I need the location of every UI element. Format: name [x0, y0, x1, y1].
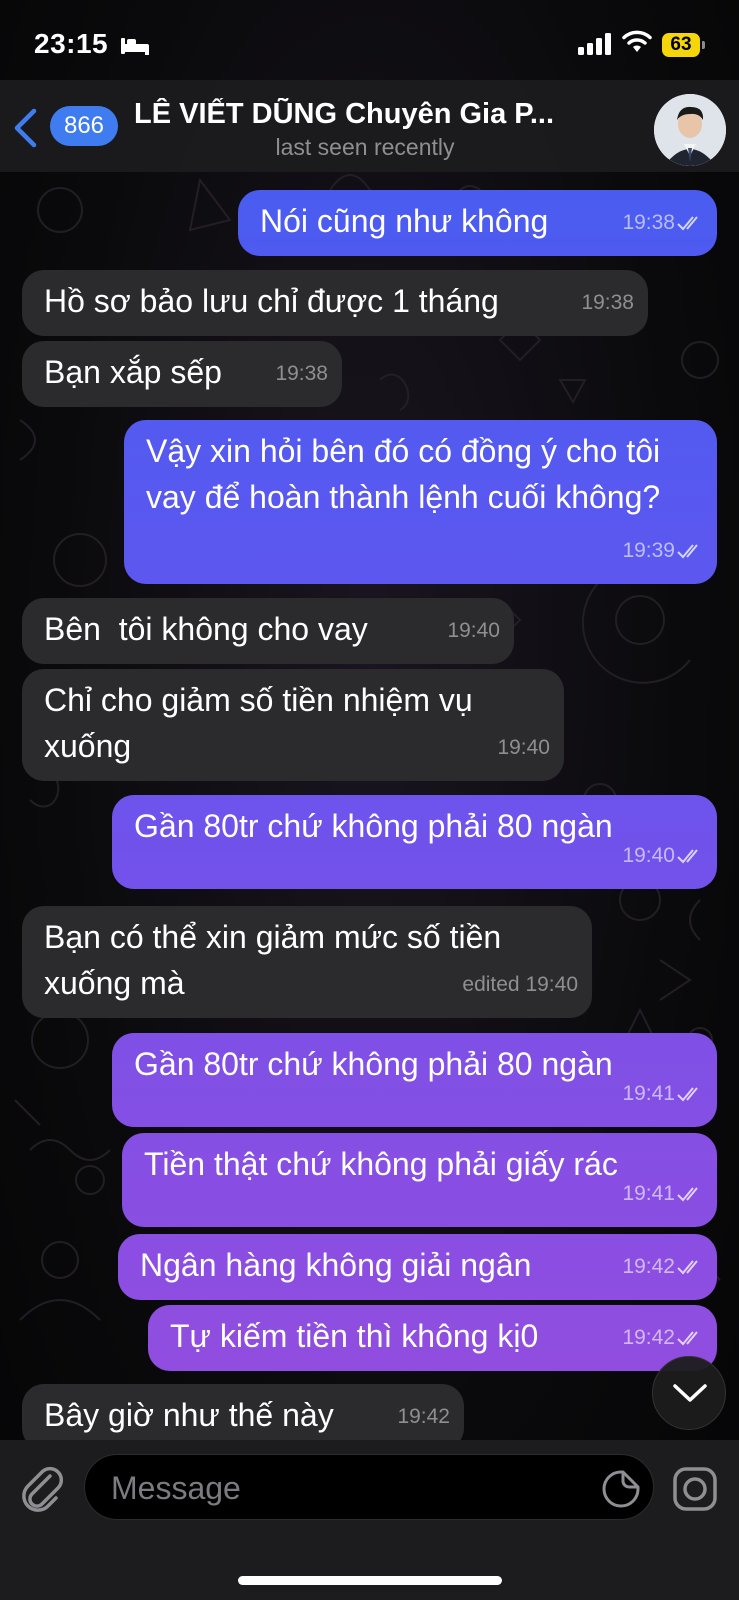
message-time: 19:40 — [497, 736, 550, 759]
scroll-down-button[interactable] — [652, 1356, 726, 1430]
message-outgoing[interactable]: Gần 80tr chứ không phải 80 ngàn 19:40 — [112, 795, 717, 889]
message-outgoing[interactable]: Nói cũng như không 19:38 — [238, 190, 717, 256]
paperclip-icon[interactable] — [20, 1464, 66, 1514]
message-outgoing[interactable]: Vậy xin hỏi bên đó có đồng ý cho tôi vay… — [124, 420, 717, 584]
message-text: Bên tôi không cho vay — [44, 611, 368, 647]
message-time: 19:41 — [622, 1182, 675, 1205]
message-composer — [0, 1440, 739, 1600]
message-outgoing[interactable]: Gần 80tr chứ không phải 80 ngàn 19:41 — [112, 1033, 717, 1127]
message-outgoing[interactable]: Tiền thật chứ không phải giấy rác 19:41 — [122, 1133, 717, 1227]
chevron-left-icon — [14, 108, 37, 148]
signal-icon — [578, 33, 611, 55]
message-meta: 19:42 — [622, 1315, 703, 1361]
message-meta: 19:39 — [622, 528, 703, 574]
message-meta: 19:41 — [622, 1171, 703, 1217]
double-check-icon — [677, 849, 698, 864]
back-button[interactable]: 866 — [12, 106, 122, 150]
double-check-icon — [677, 544, 698, 559]
message-text: Vậy xin hỏi bên đó có đồng ý cho tôi vay… — [146, 433, 661, 515]
unread-count-badge: 866 — [50, 106, 118, 146]
message-time: 19:42 — [622, 1255, 675, 1278]
message-incoming[interactable]: Bạn xắp sếp 19:38 — [22, 341, 342, 407]
message-outgoing[interactable]: Ngân hàng không giải ngân 19:42 — [118, 1234, 717, 1300]
contact-status: last seen recently — [275, 134, 455, 160]
message-meta: 19:38 — [622, 200, 703, 246]
message-meta: 19:42 — [622, 1244, 703, 1290]
message-time: 19:39 — [622, 539, 675, 562]
contact-name[interactable]: LÊ VIẾT DŨNG Chuyên Gia P... — [134, 98, 614, 131]
double-check-icon — [677, 1087, 698, 1102]
message-time: 19:40 — [447, 619, 500, 642]
message-input-field[interactable] — [84, 1454, 654, 1520]
status-bar: 23:15 63 — [0, 0, 739, 80]
message-time: 19:38 — [275, 362, 328, 385]
message-time: 19:38 — [581, 291, 634, 314]
battery-level: 63 — [670, 34, 692, 55]
message-time: 19:42 — [397, 1405, 450, 1428]
double-check-icon — [677, 1260, 698, 1275]
bed-icon — [121, 38, 149, 55]
sticker-icon[interactable] — [601, 1469, 641, 1509]
message-text: Chỉ cho giảm số tiền nhiệm vụ xuống — [44, 682, 473, 764]
message-time: edited 19:40 — [462, 973, 578, 996]
chevron-down-icon — [673, 1384, 707, 1402]
message-incoming[interactable]: Bạn có thể xin giảm mức số tiền xuống mà… — [22, 906, 592, 1018]
home-indicator — [238, 1576, 502, 1585]
message-time: 19:41 — [622, 1082, 675, 1105]
avatar-image — [654, 94, 726, 166]
status-time: 23:15 — [34, 28, 109, 59]
avatar[interactable] — [654, 94, 726, 166]
message-time: 19:38 — [622, 211, 675, 234]
wifi-icon — [622, 30, 652, 52]
message-text: Hồ sơ bảo lưu chỉ được 1 tháng — [44, 283, 499, 319]
battery-indicator: 63 — [662, 33, 706, 57]
message-time: 19:42 — [622, 1326, 675, 1349]
message-outgoing[interactable]: Tự kiếm tiền thì không kị0 19:42 — [148, 1305, 717, 1371]
message-input[interactable] — [109, 1463, 573, 1513]
message-meta: 19:41 — [622, 1071, 703, 1117]
message-meta: 19:40 — [622, 833, 703, 879]
chat-header: 866 LÊ VIẾT DŨNG Chuyên Gia P... last se… — [0, 80, 739, 172]
double-check-icon — [677, 1187, 698, 1202]
message-incoming[interactable]: Bên tôi không cho vay 19:40 — [22, 598, 514, 664]
camera-icon[interactable] — [672, 1466, 718, 1512]
message-incoming[interactable]: Hồ sơ bảo lưu chỉ được 1 tháng 19:38 — [22, 270, 648, 336]
double-check-icon — [677, 216, 698, 231]
message-incoming[interactable]: Chỉ cho giảm số tiền nhiệm vụ xuống 19:4… — [22, 669, 564, 781]
double-check-icon — [677, 1331, 698, 1346]
message-time: 19:40 — [622, 844, 675, 867]
